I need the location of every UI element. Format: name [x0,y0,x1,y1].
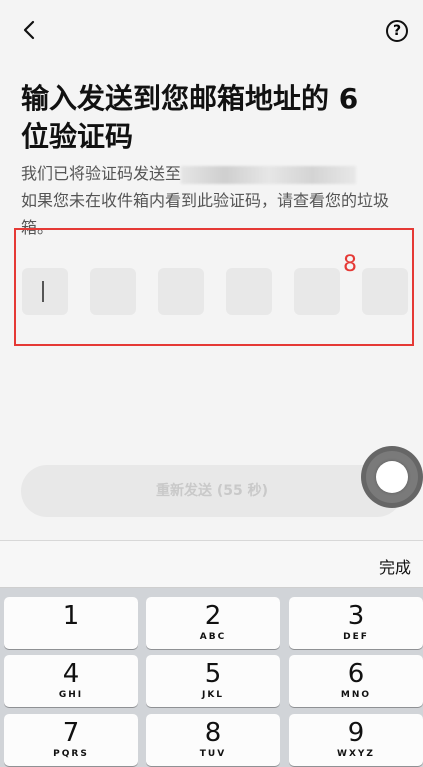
key-letters: WXYZ [337,749,375,759]
key-digit: 8 [204,718,222,748]
annotation-highlight-box [14,228,414,346]
key-2[interactable]: 2 ABC [146,597,280,649]
key-letters: TUV [199,749,227,759]
key-digit: 3 [347,601,365,631]
key-digit: 9 [347,718,365,748]
help-button[interactable]: ? [386,20,408,42]
key-letters: PQRS [53,749,89,759]
otp-digit-input-4[interactable] [226,268,272,315]
key-digit: 6 [347,659,365,689]
key-letters: JKL [201,690,225,700]
key-letters: MNO [340,690,372,700]
key-digit: 4 [62,659,80,689]
key-4[interactable]: 4 GHI [4,655,138,707]
masked-email-address [181,165,357,184]
key-letters: DEF [343,632,369,642]
key-7[interactable]: 7 PQRS [4,714,138,766]
key-letters: ABC [199,632,227,642]
key-8[interactable]: 8 TUV [146,714,280,766]
key-5[interactable]: 5 JKL [146,655,280,707]
floating-assistive-button[interactable] [361,446,423,508]
keyboard-toolbar: 完成 [0,540,423,588]
otp-digit-input-6[interactable] [362,268,408,315]
resend-code-button[interactable]: 重新发送 (55 秒) [21,465,403,517]
done-button[interactable]: 完成 [379,554,411,578]
back-button[interactable] [18,18,42,42]
key-9[interactable]: 9 WXYZ [289,714,423,766]
key-letters: GHI [58,690,84,700]
otp-digit-input-3[interactable] [158,268,204,315]
key-3[interactable]: 3 DEF [289,597,423,649]
key-digit: 5 [204,659,222,689]
key-1[interactable]: 1 [4,597,138,649]
annotation-marker: 8 [343,252,357,277]
key-digit: 1 [62,601,80,631]
otp-digit-input-5[interactable] [294,268,340,315]
text-cursor [42,281,44,302]
key-6[interactable]: 6 MNO [289,655,423,707]
otp-digit-input-1[interactable] [22,268,68,315]
chevron-left-icon [23,20,35,40]
key-digit: 2 [204,601,222,631]
description-line-1: 我们已将验证码发送至 [21,164,182,183]
verification-screen: ? 输入发送到您邮箱地址的 6 位验证码 我们已将验证码发送至 如果您未在收件箱… [0,0,423,540]
numeric-keyboard: 完成 1 2 ABC 3 DEF 4 GHI 5 JKL 6 MNO 7 PQRS 8 TUV… [0,540,423,767]
question-circle-icon: ? [392,23,402,39]
otp-digit-input-2[interactable] [90,268,136,315]
page-title: 输入发送到您邮箱地址的 6 位验证码 [21,82,359,153]
key-digit: 7 [62,718,80,748]
